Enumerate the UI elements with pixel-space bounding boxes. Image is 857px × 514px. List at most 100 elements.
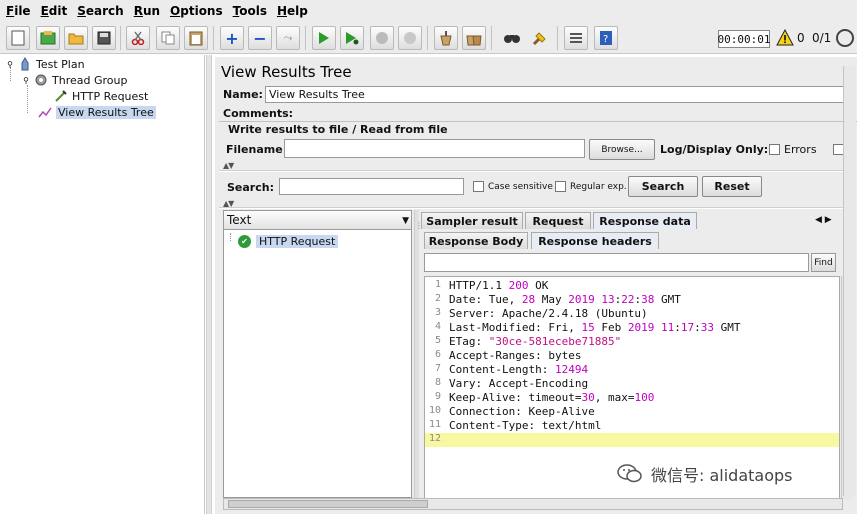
main-splitter[interactable] bbox=[206, 55, 212, 514]
search-icon[interactable] bbox=[500, 26, 524, 50]
menu-search[interactable]: Search bbox=[77, 4, 123, 18]
tab-request[interactable]: Request bbox=[525, 212, 591, 229]
test-plan-tree: ⚲ Test Plan ⚲ Thread Group HTTP Request … bbox=[0, 55, 205, 514]
tree-item-http-request[interactable]: HTTP Request bbox=[54, 88, 148, 104]
code-line: 2 Date: Tue, 28 May 2019 13:22:38 GMT bbox=[434, 293, 681, 306]
toggle-icon[interactable]: ⤳ bbox=[276, 26, 300, 50]
page-title: View Results Tree bbox=[221, 63, 352, 81]
tab-sampler-result[interactable]: Sampler result bbox=[421, 212, 523, 229]
code-line: 10 Connection: Keep-Alive bbox=[428, 405, 595, 418]
shutdown-icon[interactable] bbox=[398, 26, 422, 50]
menu-tools[interactable]: Tools bbox=[233, 4, 267, 18]
name-field[interactable]: View Results Tree bbox=[265, 86, 845, 103]
tree-item-view-results-tree[interactable]: View Results Tree bbox=[38, 104, 156, 120]
write-results-title: Write results to file / Read from file bbox=[225, 123, 451, 136]
thread-count: 0/1 bbox=[812, 31, 832, 45]
menu-options[interactable]: Options bbox=[170, 4, 223, 18]
copy-icon[interactable] bbox=[156, 26, 180, 50]
watermark: 微信号: alidataops bbox=[617, 462, 793, 486]
horizontal-scrollbar[interactable] bbox=[223, 498, 843, 510]
cut-icon[interactable] bbox=[126, 26, 150, 50]
case-sensitive-label: Case sensitive bbox=[488, 182, 553, 192]
code-line: 8 Vary: Accept-Encoding bbox=[434, 377, 589, 390]
save-icon[interactable] bbox=[92, 26, 116, 50]
results-splitter[interactable] bbox=[414, 210, 419, 510]
reset-button[interactable]: Reset bbox=[702, 176, 762, 197]
collapse-icon[interactable]: − bbox=[248, 26, 272, 50]
elapsed-timer: 00:00:01 bbox=[718, 30, 771, 48]
paste-icon[interactable] bbox=[184, 26, 208, 50]
comments-field[interactable] bbox=[291, 105, 845, 122]
watermark-text: 微信号: alidataops bbox=[651, 466, 793, 485]
menu-edit[interactable]: Edit bbox=[41, 4, 68, 18]
code-line-current: 12 bbox=[425, 433, 839, 447]
regex-label: Regular exp. bbox=[570, 182, 627, 192]
tab-response-headers[interactable]: Response headers bbox=[531, 232, 659, 249]
test-plan-icon bbox=[18, 57, 32, 71]
collapse-arrows[interactable]: ▲▼ bbox=[223, 161, 234, 170]
code-line: 7 Content-Length: 12494 bbox=[434, 363, 589, 376]
panel-vertical-scrollbar[interactable] bbox=[843, 66, 856, 496]
view-results-tree-panel: View Results Tree Name: View Results Tre… bbox=[215, 57, 857, 514]
search-button[interactable]: Search bbox=[628, 176, 698, 197]
templates-icon[interactable] bbox=[36, 26, 60, 50]
errors-checkbox[interactable] bbox=[769, 144, 780, 155]
chart-icon bbox=[38, 105, 52, 119]
scroll-thumb[interactable] bbox=[228, 500, 428, 508]
menu-bar: File Edit Search Run Options Tools Help bbox=[0, 0, 857, 22]
tab-response-data[interactable]: Response data bbox=[593, 212, 697, 229]
tab-scroll-arrows[interactable]: ◀ ▶ bbox=[815, 215, 832, 225]
menu-run[interactable]: Run bbox=[134, 4, 160, 18]
expand-toggle-icon[interactable]: ⚲ bbox=[22, 73, 30, 87]
function-helper-icon[interactable] bbox=[564, 26, 588, 50]
warning-count: 0 bbox=[797, 31, 805, 45]
clear-all-icon[interactable] bbox=[462, 26, 486, 50]
reset-search-icon[interactable] bbox=[528, 26, 552, 50]
chevron-down-icon: ▼ bbox=[402, 216, 409, 226]
wechat-icon bbox=[617, 464, 642, 483]
expand-toggle-icon[interactable]: ⚲ bbox=[6, 57, 14, 71]
clear-icon[interactable] bbox=[434, 26, 458, 50]
open-icon[interactable] bbox=[64, 26, 88, 50]
gear-icon bbox=[34, 73, 48, 87]
menu-help[interactable]: Help bbox=[277, 4, 308, 18]
code-line: 11 Content-Type: text/html bbox=[428, 419, 602, 432]
filename-input[interactable] bbox=[284, 139, 585, 158]
tree-item-test-plan[interactable]: ⚲ Test Plan bbox=[6, 56, 85, 72]
remote-icon[interactable] bbox=[836, 29, 854, 47]
case-sensitive-checkbox[interactable] bbox=[473, 181, 484, 192]
result-list: Text ▼ ✔ HTTP Request bbox=[223, 210, 412, 498]
code-line: 4 Last-Modified: Fri, 15 Feb 2019 11:17:3… bbox=[434, 321, 741, 334]
code-line: 9 Keep-Alive: timeout=30, max=100 bbox=[434, 391, 655, 404]
search-label: Search: bbox=[227, 181, 274, 194]
result-item-http-request[interactable]: ✔ HTTP Request bbox=[238, 234, 339, 249]
comments-label: Comments: bbox=[223, 107, 294, 120]
name-label: Name: bbox=[223, 88, 263, 101]
tree-item-thread-group[interactable]: ⚲ Thread Group bbox=[22, 72, 127, 88]
log-display-label: Log/Display Only: bbox=[660, 143, 769, 156]
code-line: 6 Accept-Ranges: bytes bbox=[434, 349, 582, 362]
help-icon[interactable]: ? bbox=[594, 26, 618, 50]
find-input[interactable] bbox=[424, 253, 809, 272]
warning-icon[interactable] bbox=[776, 29, 794, 47]
filename-label: Filename bbox=[226, 143, 283, 156]
code-line: 5 ETag: "30ce-581ecebe71885" bbox=[434, 335, 622, 348]
find-button[interactable]: Find bbox=[811, 253, 836, 272]
search-input[interactable] bbox=[279, 178, 464, 195]
success-shield-icon: ✔ bbox=[238, 235, 251, 248]
regex-checkbox[interactable] bbox=[555, 181, 566, 192]
renderer-select[interactable]: Text ▼ bbox=[224, 211, 411, 230]
browse-button[interactable]: Browse... bbox=[589, 139, 655, 160]
pipette-icon bbox=[54, 89, 68, 103]
tab-response-body[interactable]: Response Body bbox=[424, 232, 528, 249]
expand-icon[interactable]: + bbox=[220, 26, 244, 50]
stop-icon[interactable] bbox=[370, 26, 394, 50]
errors-label: Errors bbox=[784, 143, 817, 156]
new-icon[interactable] bbox=[6, 26, 30, 50]
code-line: 1 HTTP/1.1 200 OK bbox=[434, 279, 549, 292]
code-line: 3 Server: Apache/2.4.18 (Ubuntu) bbox=[434, 307, 648, 320]
svg-text:?: ? bbox=[603, 34, 608, 45]
menu-file[interactable]: File bbox=[6, 4, 31, 18]
start-icon[interactable] bbox=[312, 26, 336, 50]
start-no-pause-icon[interactable] bbox=[340, 26, 364, 50]
